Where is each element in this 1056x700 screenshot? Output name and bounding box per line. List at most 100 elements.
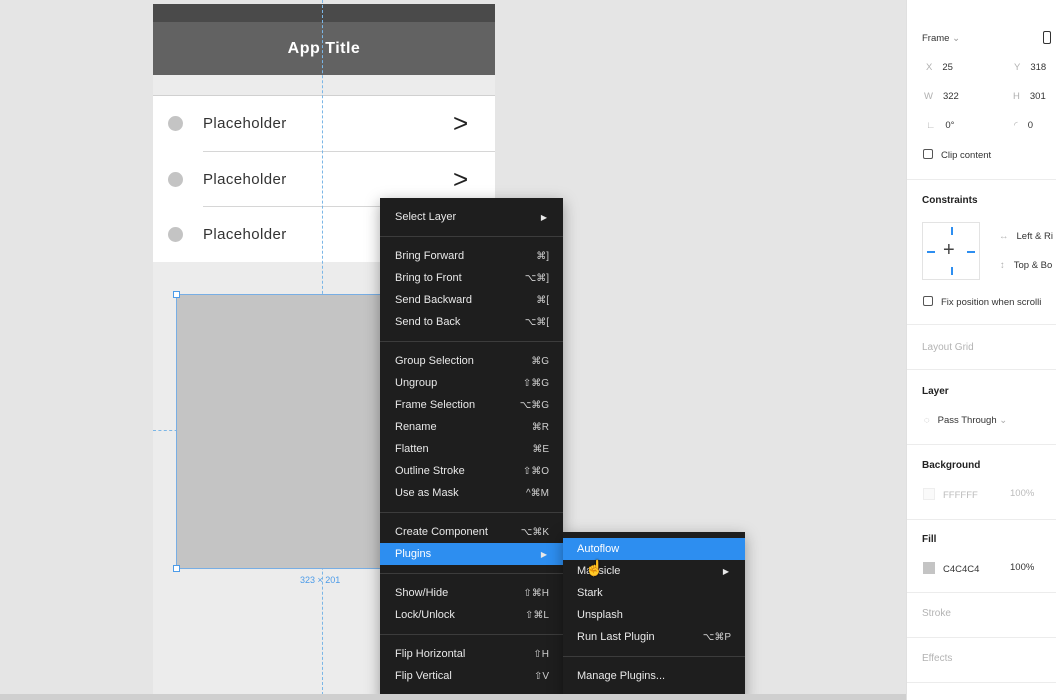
menu-item-create-component[interactable]: Create Component ⌥⌘K (380, 521, 563, 543)
menu-item-label: Ungroup (395, 377, 438, 389)
chevron-down-icon: ⌄ (999, 415, 1008, 426)
vertical-constraint-dropdown[interactable]: ↕ Top & Bo (1000, 260, 1052, 271)
constraint-top[interactable] (951, 227, 953, 235)
bullet-icon (168, 116, 183, 132)
menu-shortcut: ⇧⌘L (525, 609, 549, 621)
bullet-icon (168, 171, 183, 187)
menu-item-label: Flatten (395, 443, 429, 455)
frame-dropdown[interactable]: Frame ⌄ (922, 33, 960, 44)
menu-separator (563, 656, 745, 657)
resize-handle-top-left[interactable] (173, 291, 180, 298)
menu-item-flatten[interactable]: Flatten ⌘E (380, 438, 563, 460)
horizontal-constraint-value: Left & Ri (1016, 231, 1053, 242)
submenu-item-autoflow[interactable]: Autoflow (563, 538, 745, 560)
constraints-title: Constraints (922, 195, 978, 206)
submenu-arrow-icon: ▶ (540, 212, 547, 222)
menu-shortcut: ⇧V (533, 670, 549, 682)
chevron-right-icon: > (453, 163, 469, 194)
fill-title: Fill (922, 534, 937, 545)
menu-item-label: Autoflow (577, 543, 620, 555)
menu-item-label: Bring to Front (395, 272, 462, 284)
x-label: X (926, 62, 933, 73)
blend-mode-icon: ◌ (924, 415, 930, 426)
stroke-section[interactable]: Stroke (907, 593, 1056, 638)
fill-color-field[interactable]: C4C4C4 (923, 562, 979, 575)
menu-item-outline-stroke[interactable]: Outline Stroke ⇧⌘O (380, 460, 563, 482)
submenu-item-unsplash[interactable]: Unsplash (563, 604, 745, 626)
rotation-value: 0° (945, 120, 955, 131)
layer-title: Layer (922, 386, 949, 397)
layout-grid-section[interactable]: Layout Grid (907, 325, 1056, 370)
menu-shortcut: ⌘E (532, 443, 549, 455)
app-header[interactable]: App Title (153, 22, 495, 75)
list-item-label: Placeholder (203, 170, 287, 188)
fill-section: Fill C4C4C4 100% (907, 520, 1056, 593)
constraints-section: Constraints + ↔ Left & Ri ↕ Top & Bo Fix p… (907, 180, 1056, 325)
layout-grid-title: Layout Grid (922, 342, 974, 353)
x-field[interactable]: X 25 (926, 62, 953, 73)
y-field[interactable]: Y 318 (1014, 62, 1046, 73)
effects-section[interactable]: Effects (907, 638, 1056, 683)
menu-item-show-hide[interactable]: Show/Hide ⇧⌘H (380, 582, 563, 604)
menu-item-frame-selection[interactable]: Frame Selection ⌥⌘G (380, 394, 563, 416)
menu-item-bring-to-front[interactable]: Bring to Front ⌥⌘] (380, 267, 563, 289)
submenu-item-run-last-plugin[interactable]: Run Last Plugin ⌥⌘P (563, 626, 745, 648)
list-item[interactable]: Placeholder > (153, 96, 495, 152)
menu-item-flip-vertical[interactable]: Flip Vertical ⇧V (380, 665, 563, 687)
menu-item-select-layer[interactable]: Select Layer ▶ (380, 206, 563, 228)
constraints-widget[interactable]: + (922, 222, 980, 280)
menu-item-flip-horizontal[interactable]: Flip Horizontal ⇧H (380, 643, 563, 665)
w-field[interactable]: W 322 (924, 91, 959, 102)
background-opacity-field[interactable]: 100% (1010, 488, 1034, 499)
menu-item-lock-unlock[interactable]: Lock/Unlock ⇧⌘L (380, 604, 563, 626)
fill-hex: C4C4C4 (943, 564, 980, 575)
menu-item-label: Lock/Unlock (395, 609, 455, 621)
h-field[interactable]: H 301 (1013, 91, 1046, 102)
fix-position-checkbox[interactable]: Fix position when scrolli (923, 296, 1041, 308)
plugins-submenu[interactable]: Autoflow Mapsicle ▶ Stark Unsplash Run L… (563, 532, 745, 700)
menu-item-label: Flip Vertical (395, 670, 452, 682)
menu-item-use-as-mask[interactable]: Use as Mask ^⌘M (380, 482, 563, 504)
blend-mode-dropdown[interactable]: ◌ Pass Through ⌄ (924, 415, 1007, 426)
context-menu[interactable]: Select Layer ▶ Bring Forward ⌘] Bring to… (380, 198, 563, 700)
constraint-right[interactable] (967, 251, 975, 253)
submenu-arrow-icon: ▶ (540, 549, 547, 559)
menu-shortcut: ^⌘M (525, 487, 549, 499)
resize-handle-bottom-left[interactable] (173, 565, 180, 572)
menu-item-plugins[interactable]: Plugins ▶ (380, 543, 563, 565)
fill-opacity-field[interactable]: 100% (1010, 562, 1034, 573)
rotation-field[interactable]: ∟ 0° (926, 120, 954, 131)
device-frame-icon[interactable] (1043, 31, 1051, 44)
menu-shortcut: ⌥⌘P (702, 631, 731, 643)
x-value: 25 (942, 62, 953, 73)
menu-item-send-to-back[interactable]: Send to Back ⌥⌘[ (380, 311, 563, 333)
menu-item-bring-forward[interactable]: Bring Forward ⌘] (380, 245, 563, 267)
menu-item-label: Unsplash (577, 609, 623, 621)
selected-rectangle[interactable] (176, 294, 382, 569)
properties-panel[interactable]: Frame ⌄ X 25 Y 318 W 322 H 301 ∟ 0° ◜ 0 Clip c… (906, 0, 1056, 700)
checkbox-icon (923, 149, 933, 159)
background-color-field[interactable]: FFFFFF (923, 488, 978, 501)
constraint-left[interactable] (927, 251, 935, 253)
frame-label: Frame (922, 33, 950, 44)
effects-title: Effects (922, 653, 953, 664)
clip-content-checkbox[interactable]: Clip content (923, 149, 991, 161)
menu-separator (380, 236, 563, 237)
submenu-item-manage-plugins[interactable]: Manage Plugins... (563, 665, 745, 687)
constraint-bottom[interactable] (951, 267, 953, 275)
menu-item-rename[interactable]: Rename ⌘R (380, 416, 563, 438)
vertical-arrows-icon: ↕ (1000, 260, 1005, 271)
chevron-right-icon: > (453, 108, 469, 139)
blend-mode-value: Pass Through (937, 415, 997, 426)
radius-field[interactable]: ◜ 0 (1014, 120, 1033, 131)
menu-item-ungroup[interactable]: Ungroup ⇧⌘G (380, 372, 563, 394)
radius-value: 0 (1027, 120, 1033, 131)
vertical-constraint-value: Top & Bo (1013, 260, 1053, 271)
w-value: 322 (942, 91, 959, 102)
menu-item-group-selection[interactable]: Group Selection ⌘G (380, 350, 563, 372)
menu-item-label: Stark (577, 587, 603, 599)
submenu-item-stark[interactable]: Stark (563, 582, 745, 604)
menu-item-send-backward[interactable]: Send Backward ⌘[ (380, 289, 563, 311)
horizontal-constraint-dropdown[interactable]: ↔ Left & Ri (999, 231, 1053, 242)
color-swatch (923, 488, 935, 500)
